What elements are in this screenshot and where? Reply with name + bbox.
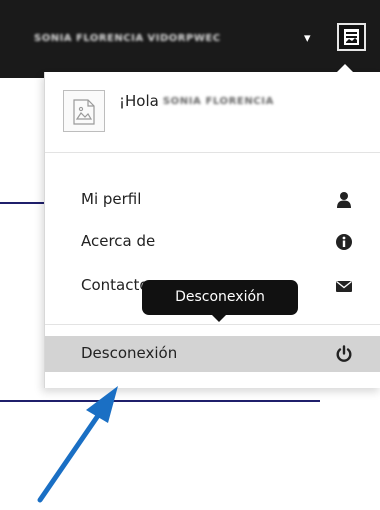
annotation-arrow [37, 386, 118, 503]
